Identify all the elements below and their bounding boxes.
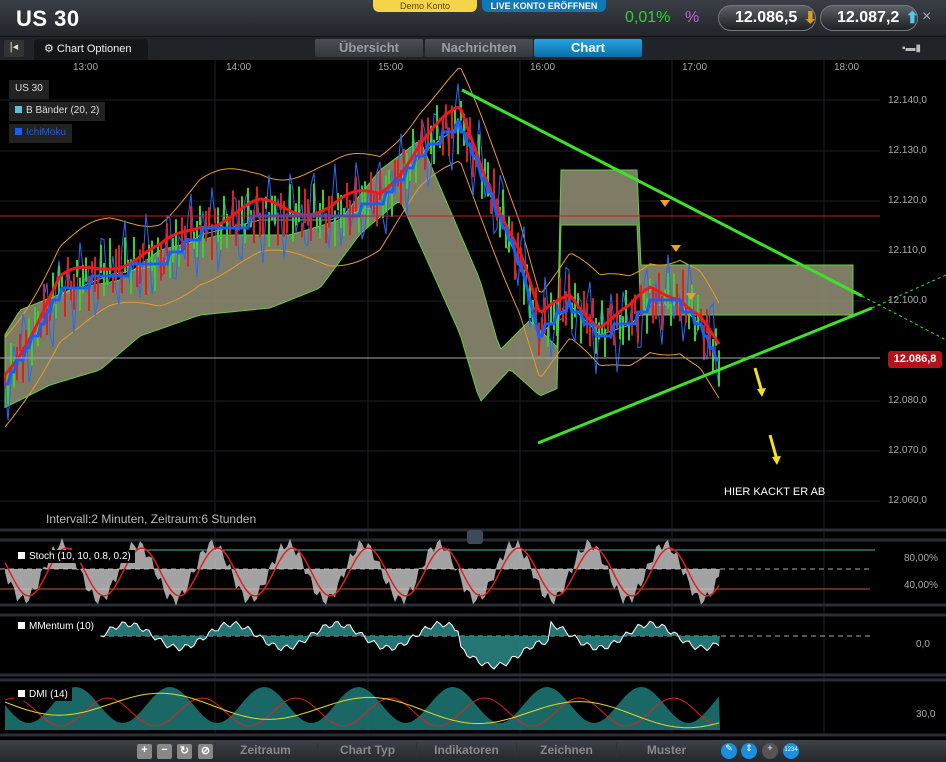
color-swatch <box>15 128 22 135</box>
numbers-badge[interactable]: 1234 <box>783 743 799 759</box>
price-label: 12.110,0 <box>888 245 927 256</box>
stoch-legend[interactable]: Stoch (10, 10, 0.8, 0.2) <box>14 550 135 563</box>
crosshair-icon[interactable]: + <box>762 743 778 759</box>
level-label: 0,0 <box>916 639 930 650</box>
legend-label: IchiMoku <box>26 127 67 138</box>
down-arrow-icon <box>772 456 781 465</box>
toolbar-zeitraum[interactable]: Zeitraum <box>215 743 315 757</box>
level-label: 40,00% <box>904 580 938 591</box>
panel-resize-handle <box>467 530 483 544</box>
legend-bollinger[interactable]: B Bänder (20, 2) <box>9 102 106 121</box>
price-label: 12.120,0 <box>888 195 927 206</box>
pencil-icon[interactable]: ✎ <box>721 743 737 759</box>
legend-label: B Bänder (20, 2) <box>26 105 100 116</box>
down-arrow-icon <box>757 388 766 397</box>
time-label: 16:00 <box>530 62 556 73</box>
color-swatch <box>15 106 22 113</box>
dmi-plus-fill <box>5 687 720 730</box>
clear-icon[interactable]: ⊘ <box>198 744 213 759</box>
time-label: 17:00 <box>682 62 708 73</box>
price-label: 12.070,0 <box>888 445 927 456</box>
indicator-label: MMentum (10) <box>29 621 95 632</box>
momentum-line <box>100 620 720 670</box>
dmi-legend[interactable]: DMI (14) <box>14 688 72 701</box>
time-label: 15:00 <box>378 62 404 73</box>
zoom-out-button[interactable]: − <box>157 744 172 759</box>
bottom-toolbar: + − ↻ ⊘ Zeitraum Chart Typ Indikatoren Z… <box>0 740 946 762</box>
time-label: 14:00 <box>226 62 252 73</box>
color-swatch <box>18 552 25 559</box>
price-label: 12.080,0 <box>888 395 927 406</box>
price-chart[interactable] <box>0 0 946 740</box>
annotation-text: HIER KACKT ER AB <box>724 486 826 498</box>
interval-text: Intervall:2 Minuten, Zeitraum:6 Stunden <box>46 512 257 526</box>
ichimoku-lagging-line <box>4 83 720 421</box>
color-swatch <box>18 622 25 629</box>
refresh-icon[interactable]: ↻ <box>177 744 192 759</box>
zoom-in-button[interactable]: + <box>137 744 152 759</box>
price-label: 12.100,0 <box>888 295 927 306</box>
legend-label: US 30 <box>15 83 43 94</box>
indicator-label: Stoch (10, 10, 0.8, 0.2) <box>29 551 131 562</box>
color-swatch <box>18 690 25 697</box>
legend-ichimoku[interactable]: IchiMoku <box>9 124 73 143</box>
up-down-icon[interactable]: ⇕ <box>741 743 757 759</box>
signal-marker-icon <box>660 200 670 207</box>
time-label: 13:00 <box>73 62 99 73</box>
momentum-legend[interactable]: MMentum (10) <box>14 620 99 633</box>
level-label: 80,00% <box>904 553 938 564</box>
price-label: 12.060,0 <box>888 495 927 506</box>
indicator-label: DMI (14) <box>29 689 68 700</box>
level-label: 30,0 <box>916 709 936 720</box>
toolbar-patterns[interactable]: Muster <box>616 743 716 757</box>
price-label: 12.140,0 <box>888 95 927 106</box>
down-arrow-icon <box>768 434 779 461</box>
momentum-fill <box>100 621 720 669</box>
toolbar-indicators[interactable]: Indikatoren <box>416 743 516 757</box>
toolbar-draw[interactable]: Zeichnen <box>516 743 616 757</box>
time-label: 18:00 <box>834 62 860 73</box>
legend-us30[interactable]: US 30 <box>9 80 49 99</box>
down-arrow-icon <box>753 367 764 393</box>
toolbar-chart-type[interactable]: Chart Typ <box>317 743 417 757</box>
price-label: 12.130,0 <box>888 145 927 156</box>
current-price-marker: 12.086,8 <box>888 351 942 368</box>
